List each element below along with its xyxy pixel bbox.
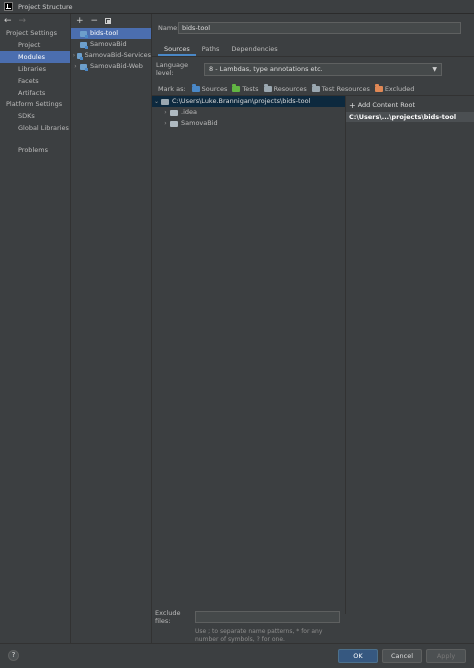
module-item-samovabid[interactable]: SamovaBid (71, 39, 151, 50)
folder-icon (170, 120, 178, 127)
mark-test-resources-label: Test Resources (321, 85, 370, 93)
detail-tabs: Sources Paths Dependencies (158, 42, 284, 56)
language-level-select[interactable]: 8 - Lambdas, type annotations etc. ▼ (204, 62, 442, 76)
exclude-files-hint: Use ; to separate name patterns, * for a… (195, 628, 323, 643)
tree-folder-samovabid[interactable]: › SamovaBid (152, 118, 345, 129)
chevron-down-icon[interactable]: ⌄ (152, 96, 161, 107)
name-label: Name: (158, 24, 180, 32)
sidebar-item-problems[interactable]: Problems (0, 144, 70, 156)
forward-arrow-icon[interactable]: → (19, 16, 27, 26)
tests-folder-icon (232, 84, 241, 92)
resources-folder-icon (263, 84, 272, 92)
remove-module-icon[interactable]: − (91, 16, 99, 26)
intellij-app-icon (4, 2, 13, 11)
sidebar-item-global-libraries[interactable]: Global Libraries (0, 122, 70, 134)
exclude-files-label: Exclude files: (155, 609, 181, 625)
exclude-files-section: Exclude files: Use ; to separate name pa… (155, 609, 471, 644)
tree-folder-idea[interactable]: › .idea (152, 107, 345, 118)
sidebar-item-project[interactable]: Project (0, 39, 70, 51)
modules-toolbar: + − (71, 14, 151, 28)
chevron-right-icon[interactable]: › (71, 61, 80, 72)
content-root-path: C:\Users\Luke.Brannigan\projects\bids-to… (172, 97, 311, 105)
apply-button[interactable]: Apply (426, 649, 466, 663)
dialog-footer: ? OK Cancel Apply (0, 643, 474, 668)
module-icon (80, 41, 88, 49)
mark-tests-button[interactable]: Tests (232, 84, 259, 93)
module-item-samovabid-web[interactable]: › SamovaBid-Web (71, 61, 151, 72)
tab-sources[interactable]: Sources (158, 42, 196, 56)
project-settings-heading: Project Settings (6, 29, 57, 37)
chevron-right-icon[interactable]: › (161, 118, 170, 129)
sidebar-item-modules[interactable]: Modules (0, 51, 70, 63)
content-root-node[interactable]: ⌄ C:\Users\Luke.Brannigan\projects\bids-… (152, 96, 345, 107)
title-bar: Project Structure (0, 0, 474, 14)
module-icon (76, 52, 83, 60)
chevron-down-icon: ▼ (432, 65, 437, 73)
add-content-root-label: Add Content Root (357, 101, 415, 109)
modules-panel: + − bids-tool SamovaBid › SamovaBid-Serv… (71, 14, 152, 668)
back-arrow-icon[interactable]: ← (4, 16, 12, 26)
module-name-field[interactable]: bids-tool (178, 22, 461, 34)
mark-sources-button[interactable]: Sources (191, 84, 228, 93)
sources-folder-icon (191, 84, 200, 92)
mark-resources-label: Resources (273, 85, 307, 93)
settings-sidebar: ← → Project Settings Project Modules Lib… (0, 14, 71, 668)
ok-button[interactable]: OK (338, 649, 378, 663)
cancel-button[interactable]: Cancel (382, 649, 422, 663)
language-level-value: 8 - Lambdas, type annotations etc. (209, 65, 323, 73)
folder-icon (161, 98, 169, 105)
module-item-samovabid-services[interactable]: › SamovaBid-Services (71, 50, 151, 61)
nav-arrows: ← → (0, 14, 70, 28)
mark-excluded-label: Excluded (384, 85, 415, 93)
platform-settings-heading: Platform Settings (6, 100, 63, 108)
module-label: SamovaBid-Web (90, 62, 143, 70)
mark-tests-label: Tests (242, 85, 259, 93)
window-title: Project Structure (18, 2, 73, 11)
module-label: SamovaBid (90, 40, 127, 48)
mark-as-label: Mark as: (158, 85, 186, 93)
content-tree-panel: ⌄ C:\Users\Luke.Brannigan\projects\bids-… (152, 95, 345, 614)
module-label: SamovaBid-Services (84, 51, 151, 59)
chevron-right-icon[interactable]: › (161, 107, 170, 118)
mark-resources-button[interactable]: Resources (263, 84, 307, 93)
name-row: Name: bids-tool (158, 22, 461, 34)
folder-label: .idea (181, 108, 197, 116)
mark-excluded-button[interactable]: Excluded (374, 84, 415, 93)
exclude-files-row: Exclude files: (155, 609, 471, 625)
module-detail-panel: Name: bids-tool Sources Paths Dependenci… (152, 14, 474, 668)
language-level-row: Language level: 8 - Lambdas, type annota… (156, 61, 442, 77)
folder-icon (170, 109, 178, 116)
plus-icon: + (349, 100, 356, 110)
tabs-divider (152, 56, 474, 57)
module-item-bids-tool[interactable]: bids-tool (71, 28, 151, 39)
module-icon (80, 30, 88, 38)
mark-as-row: Mark as: Sources Tests Resources Test Re… (158, 84, 419, 94)
exclude-files-field[interactable] (195, 611, 340, 623)
add-content-root-button[interactable]: + Add Content Root (346, 99, 474, 111)
folder-label: SamovaBid (181, 119, 218, 127)
language-level-label: Language level: (156, 61, 189, 77)
mark-sources-label: Sources (201, 85, 228, 93)
tab-dependencies[interactable]: Dependencies (225, 42, 283, 56)
copy-module-icon[interactable] (105, 18, 112, 24)
sidebar-item-libraries[interactable]: Libraries (0, 63, 70, 75)
mark-test-resources-button[interactable]: Test Resources (311, 84, 370, 93)
add-module-icon[interactable]: + (76, 16, 84, 26)
sidebar-item-facets[interactable]: Facets (0, 75, 70, 87)
test-resources-folder-icon (311, 84, 320, 92)
content-root-entry[interactable]: C:\Users\...\projects\bids-tool (346, 112, 474, 122)
sidebar-item-sdks[interactable]: SDKs (0, 110, 70, 122)
content-roots-panel: + Add Content Root C:\Users\...\projects… (345, 95, 474, 614)
help-button[interactable]: ? (8, 650, 19, 661)
tab-paths[interactable]: Paths (196, 42, 226, 56)
excluded-folder-icon (374, 84, 383, 92)
module-label: bids-tool (90, 29, 119, 37)
module-icon (80, 63, 88, 71)
sidebar-item-artifacts[interactable]: Artifacts (0, 87, 70, 99)
